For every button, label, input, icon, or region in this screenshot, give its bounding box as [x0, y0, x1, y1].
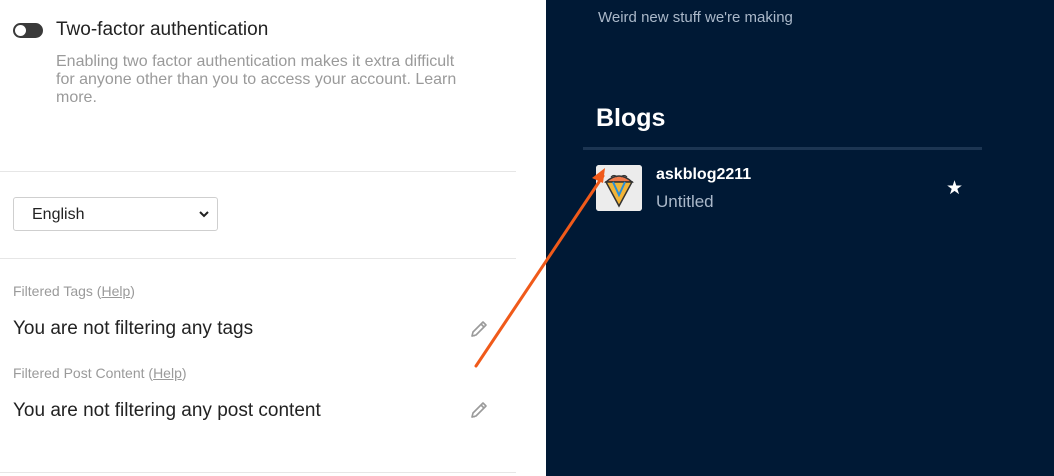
pencil-icon[interactable] — [468, 399, 490, 421]
blog-name[interactable]: askblog2211 — [656, 166, 751, 184]
filtered-post-content-help-link[interactable]: Help — [153, 365, 182, 381]
filtered-post-content-label-text: Filtered Post Content ( — [13, 365, 154, 381]
filtered-tags-help-link[interactable]: Help — [101, 283, 130, 299]
ice-cream-cone-icon — [596, 165, 642, 211]
filtered-tags-label: Filtered Tags (Help) — [13, 283, 135, 299]
two-factor-description: Enabling two factor authentication makes… — [56, 53, 457, 106]
language-selected-value: English — [32, 206, 85, 223]
section-divider — [0, 171, 516, 172]
filtered-post-content-value: You are not filtering any post content — [13, 400, 321, 421]
blog-avatar[interactable] — [596, 165, 642, 211]
filtered-tags-label-text: Filtered Tags ( — [13, 283, 102, 299]
filtered-tags-value: You are not filtering any tags — [13, 318, 254, 339]
blog-title: Untitled — [656, 192, 714, 211]
filtered-post-content-label-close: ) — [181, 365, 187, 381]
language-select[interactable]: English — [13, 197, 218, 231]
pencil-icon[interactable] — [468, 318, 490, 340]
chevron-down-icon — [199, 211, 209, 218]
section-divider — [0, 472, 516, 473]
filtered-tags-label-close: ) — [130, 283, 135, 299]
star-icon[interactable]: ★ — [946, 177, 963, 200]
labs-link[interactable]: Weird new stuff we're making — [598, 9, 793, 26]
blogs-divider — [583, 147, 982, 150]
two-factor-toggle[interactable] — [13, 23, 43, 38]
filtered-post-content-label: Filtered Post Content (Help) — [13, 365, 187, 381]
toggle-knob — [15, 25, 26, 36]
section-divider — [0, 258, 516, 259]
two-factor-title: Two-factor authentication — [56, 19, 269, 40]
settings-panel: Two-factor authentication Enabling two f… — [0, 0, 546, 476]
blogs-heading: Blogs — [596, 104, 666, 132]
account-sidebar: Weird new stuff we're making Blogs askbl… — [546, 0, 1054, 476]
